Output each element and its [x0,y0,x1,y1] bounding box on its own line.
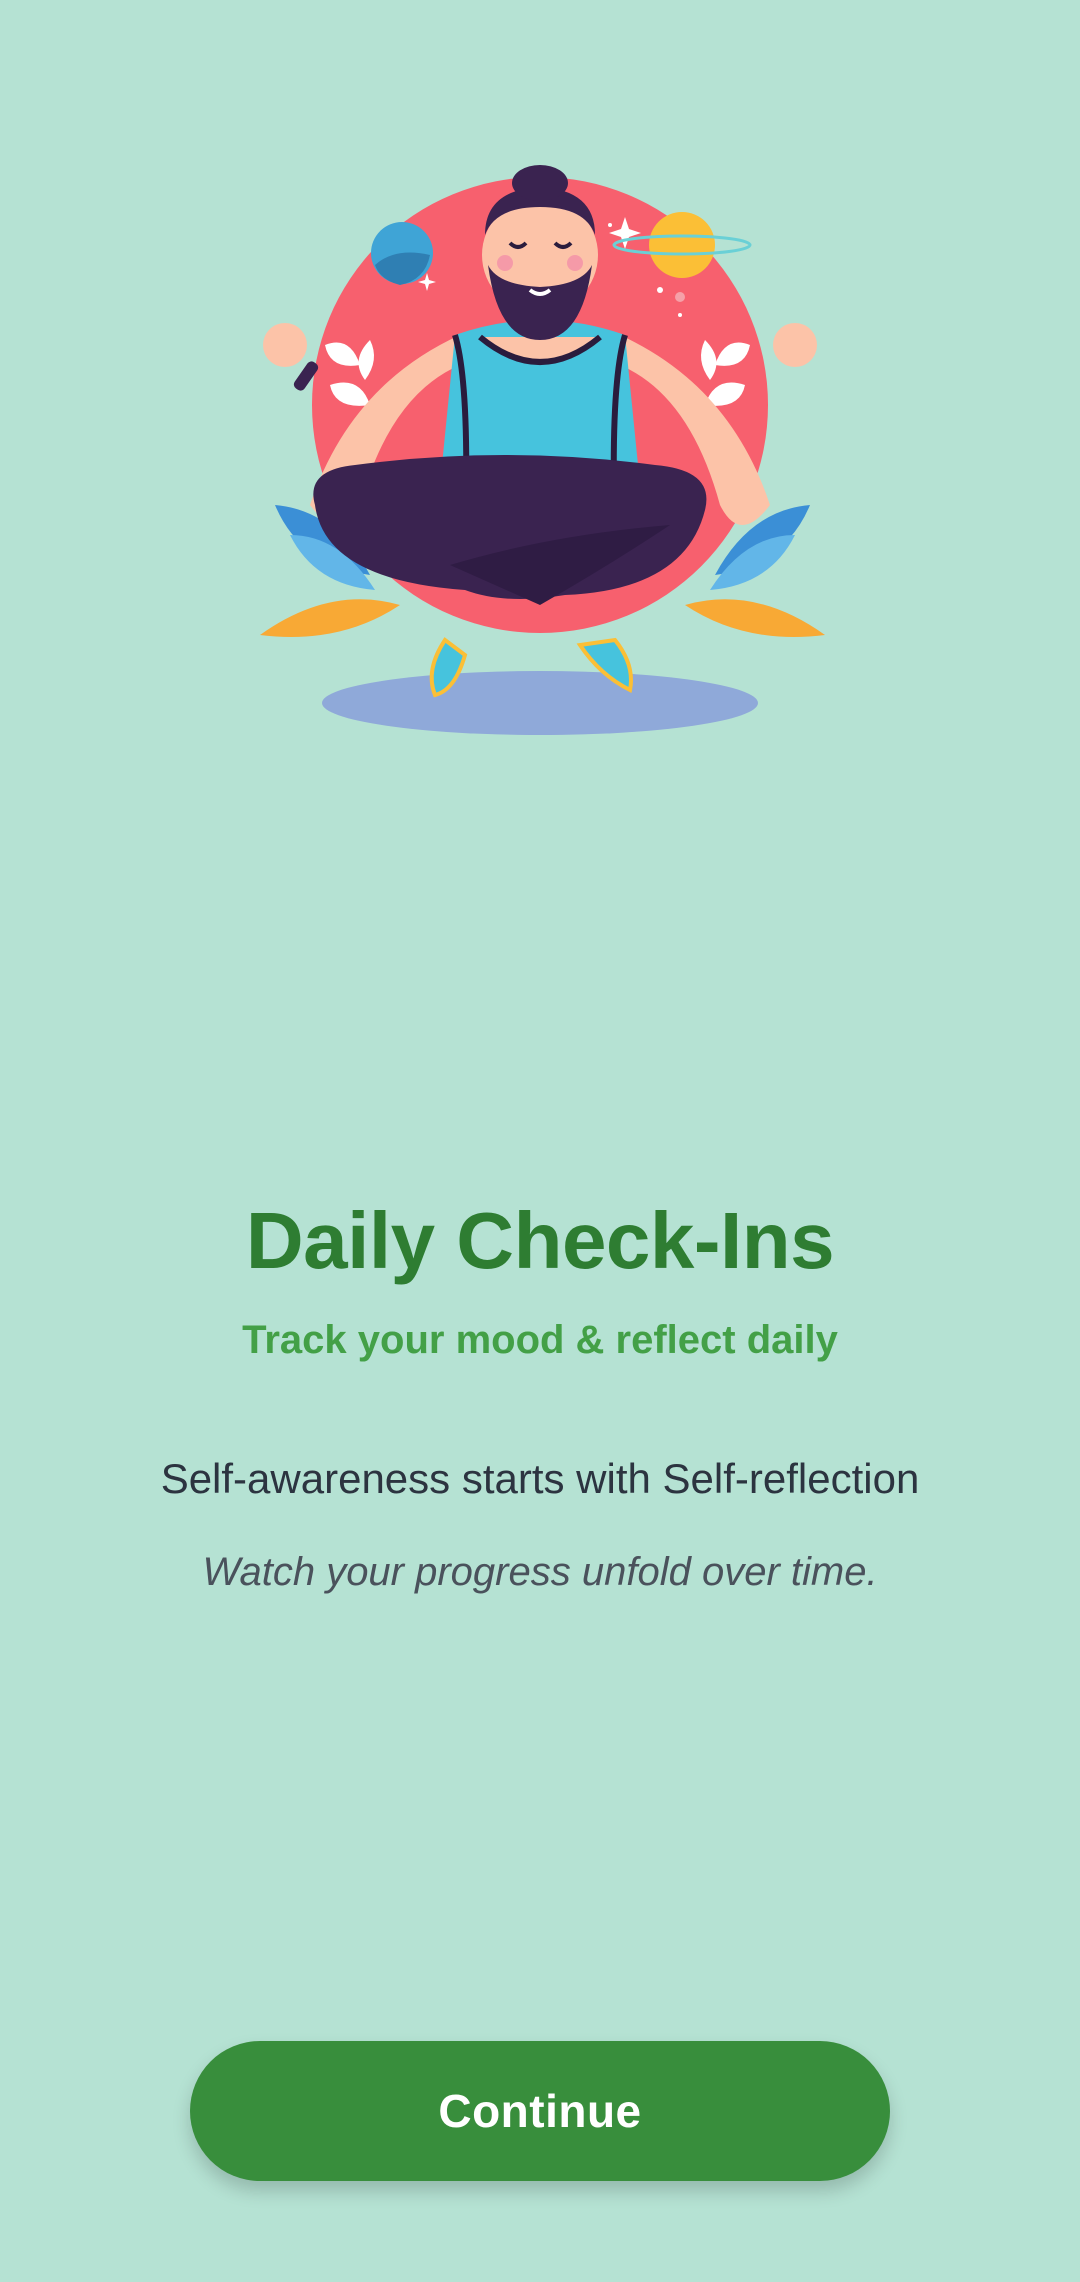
tagline-text: Watch your progress unfold over time. [202,1550,878,1594]
continue-button[interactable]: Continue [190,2041,890,2181]
description-text: Self-awareness starts with Self-reflecti… [160,1455,920,1502]
page-subtitle: Track your mood & reflect daily [242,1318,838,1362]
page-title: Daily Check-Ins [245,1196,835,1285]
meditating-person-illustration [230,165,850,745]
continue-button-label: Continue [438,2085,642,2137]
